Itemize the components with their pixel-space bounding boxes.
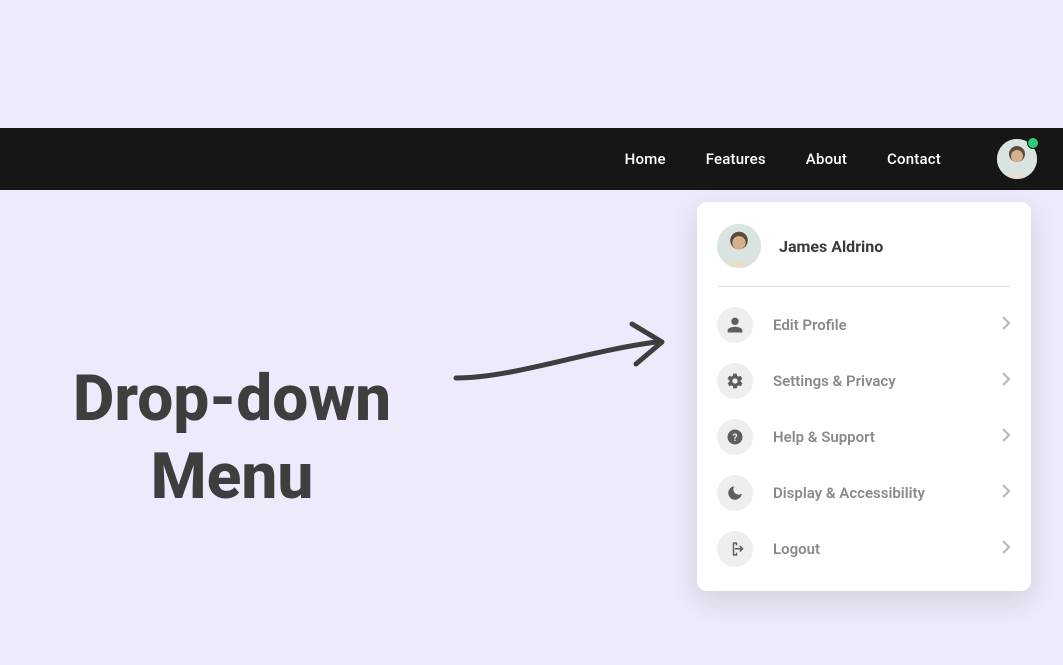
menu-item-display-accessibility[interactable]: Display & Accessibility xyxy=(717,465,1011,521)
svg-text:?: ? xyxy=(733,433,738,444)
profile-avatar-button[interactable] xyxy=(997,139,1037,179)
nav-links: Home Features About Contact xyxy=(625,150,941,168)
dropdown-list: Edit Profile Settings & Privacy ? Help &… xyxy=(717,287,1011,577)
menu-item-edit-profile[interactable]: Edit Profile xyxy=(717,297,1011,353)
chevron-right-icon xyxy=(1001,483,1011,503)
avatar xyxy=(717,224,761,268)
menu-item-label: Help & Support xyxy=(773,428,1001,446)
menu-item-label: Logout xyxy=(773,540,1001,558)
moon-icon xyxy=(717,475,753,511)
page-title: Drop-down Menu xyxy=(50,360,414,516)
nav-link-about[interactable]: About xyxy=(806,150,847,168)
chevron-right-icon xyxy=(1001,539,1011,559)
top-navbar: Home Features About Contact xyxy=(0,128,1063,190)
gear-icon xyxy=(717,363,753,399)
help-icon: ? xyxy=(717,419,753,455)
chevron-right-icon xyxy=(1001,315,1011,335)
profile-dropdown: James Aldrino Edit Profile Settings & Pr… xyxy=(697,202,1031,591)
logout-icon xyxy=(717,531,753,567)
page-title-line2: Menu xyxy=(151,439,314,514)
arrow-icon xyxy=(452,312,674,384)
menu-item-label: Display & Accessibility xyxy=(773,484,1001,502)
menu-item-label: Settings & Privacy xyxy=(773,372,1001,390)
person-icon xyxy=(717,307,753,343)
nav-link-features[interactable]: Features xyxy=(706,150,766,168)
nav-link-home[interactable]: Home xyxy=(625,150,666,168)
status-online-icon xyxy=(1027,137,1039,149)
chevron-right-icon xyxy=(1001,371,1011,391)
nav-link-contact[interactable]: Contact xyxy=(887,150,941,168)
dropdown-username: James Aldrino xyxy=(779,237,883,256)
page-title-line1: Drop-down xyxy=(73,361,391,436)
menu-item-label: Edit Profile xyxy=(773,316,1001,334)
chevron-right-icon xyxy=(1001,427,1011,447)
dropdown-header: James Aldrino xyxy=(717,220,1011,287)
menu-item-logout[interactable]: Logout xyxy=(717,521,1011,577)
menu-item-settings-privacy[interactable]: Settings & Privacy xyxy=(717,353,1011,409)
menu-item-help-support[interactable]: ? Help & Support xyxy=(717,409,1011,465)
